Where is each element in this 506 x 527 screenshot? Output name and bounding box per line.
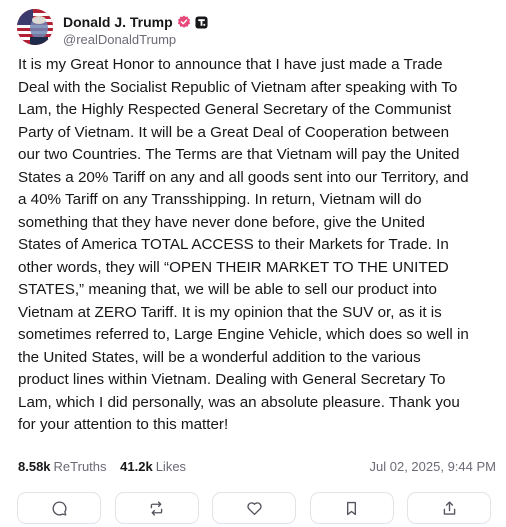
share-button[interactable]	[407, 492, 491, 524]
author-handle[interactable]: @realDonaldTrump	[63, 32, 176, 47]
truth-social-badge-icon	[195, 15, 208, 29]
verified-badge-icon	[177, 15, 190, 28]
avatar-flag-portrait	[17, 9, 53, 45]
retruth-button[interactable]	[114, 492, 199, 524]
reply-button[interactable]	[17, 492, 101, 524]
post-timestamp[interactable]: Jul 02, 2025, 9:44 PM	[370, 459, 496, 474]
retruths-label: ReTruths	[53, 459, 107, 474]
post-stats: 8.58k ReTruths 41.2k Likes Jul 02, 2025, 9…	[18, 459, 496, 477]
bookmark-button[interactable]	[309, 492, 394, 524]
like-button[interactable]	[212, 492, 296, 524]
post-actions-bar	[17, 492, 491, 524]
likes-label: Likes	[155, 459, 187, 474]
post-body-text: It is my Great Honor to announce that I …	[18, 56, 469, 433]
author-name-row: Donald J. Trump	[63, 13, 208, 31]
post-header: Donald J. Trump @realDonaldTrump	[17, 9, 497, 49]
author-display-name[interactable]: Donald J. Trump	[63, 14, 173, 30]
retruths-count: 8.58k	[18, 459, 51, 474]
retruths-stat[interactable]: 8.58k ReTruths	[18, 459, 107, 474]
retruth-icon	[150, 500, 163, 516]
share-icon	[443, 500, 455, 515]
likes-stat[interactable]: 41.2k Likes	[120, 459, 186, 474]
heart-icon	[246, 501, 262, 515]
comment-icon	[51, 500, 67, 516]
bookmark-icon	[346, 501, 357, 515]
avatar[interactable]	[17, 9, 53, 45]
likes-count: 41.2k	[120, 459, 153, 474]
